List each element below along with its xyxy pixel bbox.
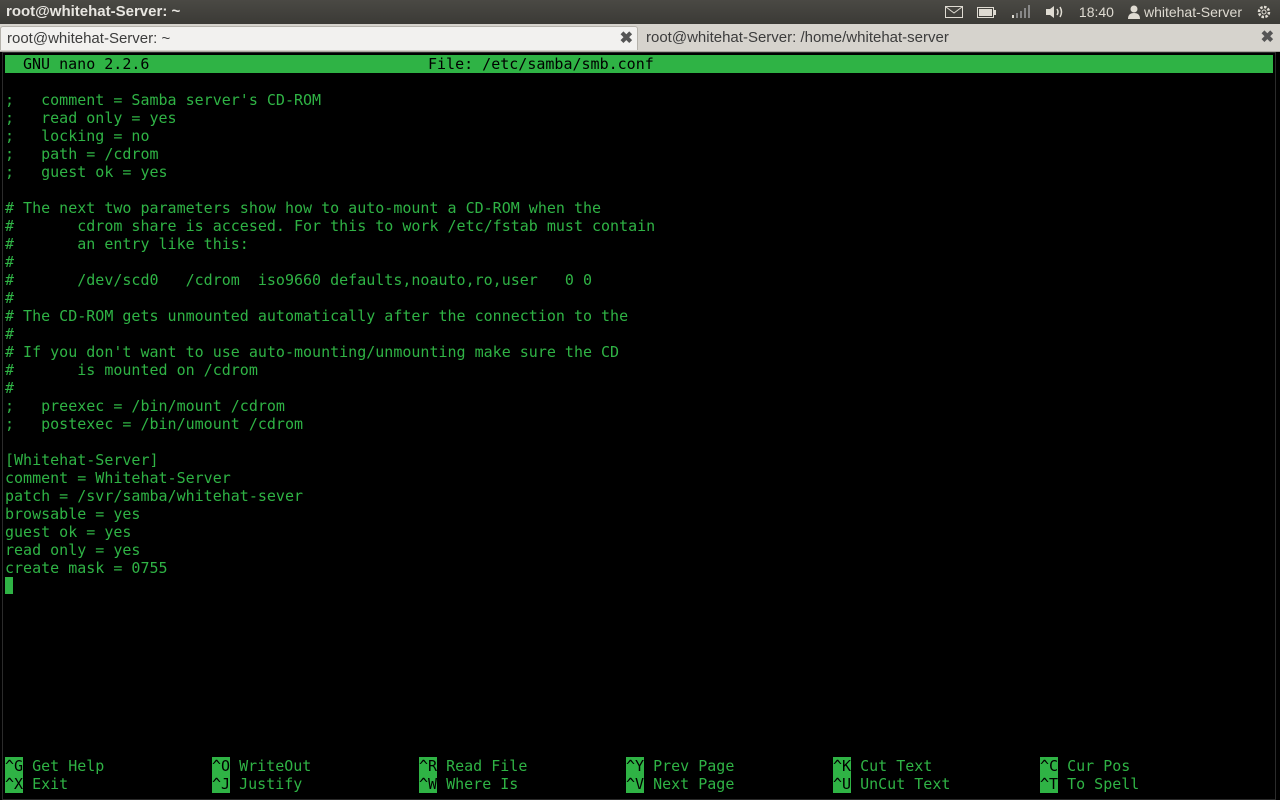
shortcut-prev-page: ^Y Prev Page — [626, 757, 734, 775]
shortcut-key: ^O — [212, 757, 231, 775]
editor-line: # — [5, 325, 15, 343]
editor-line: ; preexec = /bin/mount /cdrom — [5, 397, 285, 415]
network-icon[interactable] — [1011, 5, 1031, 19]
shortcut-key: ^U — [833, 775, 852, 793]
shortcut-next-page: ^V Next Page — [626, 775, 734, 793]
tab-home[interactable]: root@whitehat-Server: ~ ✖ — [0, 26, 638, 50]
system-tray: 18:40 whitehat-Server — [944, 0, 1280, 24]
close-icon[interactable]: ✖ — [620, 27, 633, 50]
editor-line: # an entry like this: — [5, 235, 249, 253]
editor-line: patch = /svr/samba/whitehat-sever — [5, 487, 304, 505]
editor-line: ; postexec = /bin/umount /cdrom — [5, 415, 304, 433]
editor-line: comment = Whitehat-Server — [5, 469, 231, 487]
tab-label: root@whitehat-Server: ~ — [7, 30, 171, 47]
text-cursor — [5, 577, 655, 595]
tab-whitehat-server[interactable]: root@whitehat-Server: /home/whitehat-ser… — [640, 26, 1278, 50]
shortcut-key: ^G — [5, 757, 24, 775]
editor-line: # cdrom share is accesed. For this to wo… — [5, 217, 656, 235]
shortcut-to-spell: ^T To Spell — [1040, 775, 1139, 793]
shortcut-label: Cur Pos — [1067, 757, 1131, 775]
editor-line: read only = yes — [5, 541, 141, 559]
shortcut-writeout: ^O WriteOut — [212, 757, 311, 775]
nano-header: GNU nano 2.2.6 File: /etc/samba/smb.conf — [5, 55, 1273, 73]
editor-line: # The next two parameters show how to au… — [5, 199, 602, 217]
shortcut-label: Where Is — [446, 775, 519, 793]
editor-line: # is mounted on /cdrom — [5, 361, 258, 379]
shortcut-label: Justify — [239, 775, 303, 793]
clock[interactable]: 18:40 — [1079, 4, 1114, 20]
mail-icon[interactable] — [944, 6, 963, 18]
gear-icon[interactable] — [1256, 4, 1272, 20]
nano-filename: File: /etc/samba/smb.conf — [428, 55, 654, 73]
editor-line: ; comment = Samba server's CD-ROM — [5, 91, 322, 109]
shortcut-label: Next Page — [653, 775, 735, 793]
shortcut-label: Read File — [446, 757, 528, 775]
editor-line: ; guest ok = yes — [5, 163, 168, 181]
shortcut-get-help: ^G Get Help — [5, 757, 104, 775]
shortcut-read-file: ^R Read File — [419, 757, 527, 775]
shortcut-label: To Spell — [1067, 775, 1140, 793]
editor-line: # — [5, 289, 15, 307]
editor-line: [Whitehat-Server] — [5, 451, 159, 469]
editor-line: guest ok = yes — [5, 523, 132, 541]
terminal-tab-bar: root@whitehat-Server: ~ ✖ root@whitehat-… — [0, 24, 1280, 52]
shortcut-bar: ^G Get Help ^O WriteOut ^R Read File ^Y Pre… — [5, 757, 1273, 793]
shortcut-justify: ^J Justify — [212, 775, 302, 793]
top-panel: root@whitehat-Server: ~ 18:40 whitehat-S… — [0, 0, 1280, 24]
shortcut-key: ^J — [212, 775, 231, 793]
editor-line: # If you don't want to use auto-mounting… — [5, 343, 620, 361]
shortcut-key: ^K — [833, 757, 852, 775]
volume-icon[interactable] — [1045, 5, 1065, 19]
shortcut-where-is: ^W Where Is — [419, 775, 518, 793]
nano-version: GNU nano 2.2.6 — [23, 55, 150, 73]
close-icon[interactable]: ✖ — [1261, 26, 1274, 49]
shortcut-key: ^R — [419, 757, 438, 775]
battery-icon[interactable] — [976, 6, 997, 18]
editor-line: create mask = 0755 — [5, 559, 168, 577]
shortcut-key: ^W — [419, 775, 438, 793]
shortcut-label: Prev Page — [653, 757, 735, 775]
shortcut-key: ^V — [626, 775, 645, 793]
shortcut-label: Get Help — [32, 757, 105, 775]
user-name: whitehat-Server — [1143, 4, 1242, 20]
terminal[interactable]: GNU nano 2.2.6 File: /etc/samba/smb.conf… — [2, 52, 1276, 800]
editor-line: ; locking = no — [5, 127, 150, 145]
editor-line: ; path = /cdrom — [5, 145, 159, 163]
shortcut-key: ^Y — [626, 757, 645, 775]
shortcut-uncut-text: ^U UnCut Text — [833, 775, 950, 793]
tab-label: root@whitehat-Server: /home/whitehat-ser… — [646, 29, 949, 46]
editor-line: # /dev/scd0 /cdrom iso9660 defaults,noau… — [5, 271, 592, 289]
editor-line: ; read only = yes — [5, 109, 177, 127]
shortcut-label: UnCut Text — [860, 775, 951, 793]
shortcut-cut-text: ^K Cut Text — [833, 757, 932, 775]
user-icon — [1127, 5, 1140, 19]
editor-line: # — [5, 379, 15, 397]
shortcut-key: ^X — [5, 775, 24, 793]
editor-line: # The CD-ROM gets unmounted automaticall… — [5, 307, 629, 325]
shortcut-label: WriteOut — [239, 757, 312, 775]
shortcut-exit: ^X Exit — [5, 775, 68, 793]
shortcut-cur-pos: ^C Cur Pos — [1040, 757, 1130, 775]
window-title: root@whitehat-Server: ~ — [6, 3, 181, 20]
shortcut-label: Cut Text — [860, 757, 933, 775]
editor-buffer[interactable]: ; comment = Samba server's CD-ROM; read … — [5, 91, 655, 595]
user-menu[interactable]: whitehat-Server — [1127, 4, 1242, 20]
shortcut-label: Exit — [32, 775, 69, 793]
shortcut-key: ^T — [1040, 775, 1059, 793]
shortcut-key: ^C — [1040, 757, 1059, 775]
editor-line: browsable = yes — [5, 505, 141, 523]
editor-line: # — [5, 253, 15, 271]
